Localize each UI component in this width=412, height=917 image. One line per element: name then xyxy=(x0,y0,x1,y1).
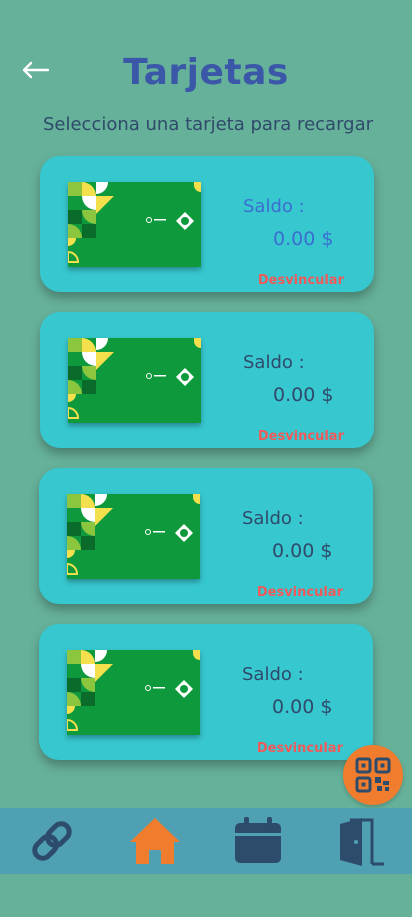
unlink-button[interactable]: Desvincular xyxy=(258,273,344,288)
door-exit-icon xyxy=(339,818,384,866)
nav-link[interactable] xyxy=(22,811,82,871)
transport-card-image xyxy=(67,650,200,735)
transport-card-image xyxy=(68,182,201,267)
balance-label: Saldo : xyxy=(243,196,305,217)
card-item[interactable]: Saldo : 0.00 $ Desvincular xyxy=(40,156,374,292)
balance-value: 0.00 $ xyxy=(272,696,333,718)
bottom-navigation xyxy=(0,808,412,874)
card-list: Saldo : 0.00 $ Desvincular Saldo : 0.00 … xyxy=(39,156,374,780)
header: Tarjetas xyxy=(0,0,412,110)
page-title: Tarjetas xyxy=(123,52,289,93)
home-icon xyxy=(129,818,180,864)
link-icon xyxy=(31,821,72,861)
card-item[interactable]: Saldo : 0.00 $ Desvincular xyxy=(40,312,374,448)
transport-card-image xyxy=(68,338,201,423)
unlink-button[interactable]: Desvincular xyxy=(257,741,343,756)
nav-home[interactable] xyxy=(125,811,185,871)
transport-card-image xyxy=(67,494,200,579)
card-item[interactable]: Saldo : 0.00 $ Desvincular xyxy=(39,468,373,604)
bottom-spacer xyxy=(0,874,412,917)
balance-label: Saldo : xyxy=(243,352,305,373)
calendar-icon xyxy=(234,817,281,863)
card-item[interactable]: Saldo : 0.00 $ Desvincular xyxy=(39,624,373,760)
qr-scan-button[interactable] xyxy=(343,745,403,805)
balance-label: Saldo : xyxy=(242,664,304,685)
balance-label: Saldo : xyxy=(242,508,304,529)
nav-calendar[interactable] xyxy=(228,811,288,871)
page-subtitle: Selecciona una tarjeta para recargar xyxy=(42,114,374,135)
unlink-button[interactable]: Desvincular xyxy=(257,585,343,600)
balance-value: 0.00 $ xyxy=(272,540,333,562)
balance-value: 0.00 $ xyxy=(273,384,334,406)
balance-value: 0.00 $ xyxy=(273,228,334,250)
qr-code-icon xyxy=(355,757,391,793)
unlink-button[interactable]: Desvincular xyxy=(258,429,344,444)
nav-logout[interactable] xyxy=(331,811,391,871)
